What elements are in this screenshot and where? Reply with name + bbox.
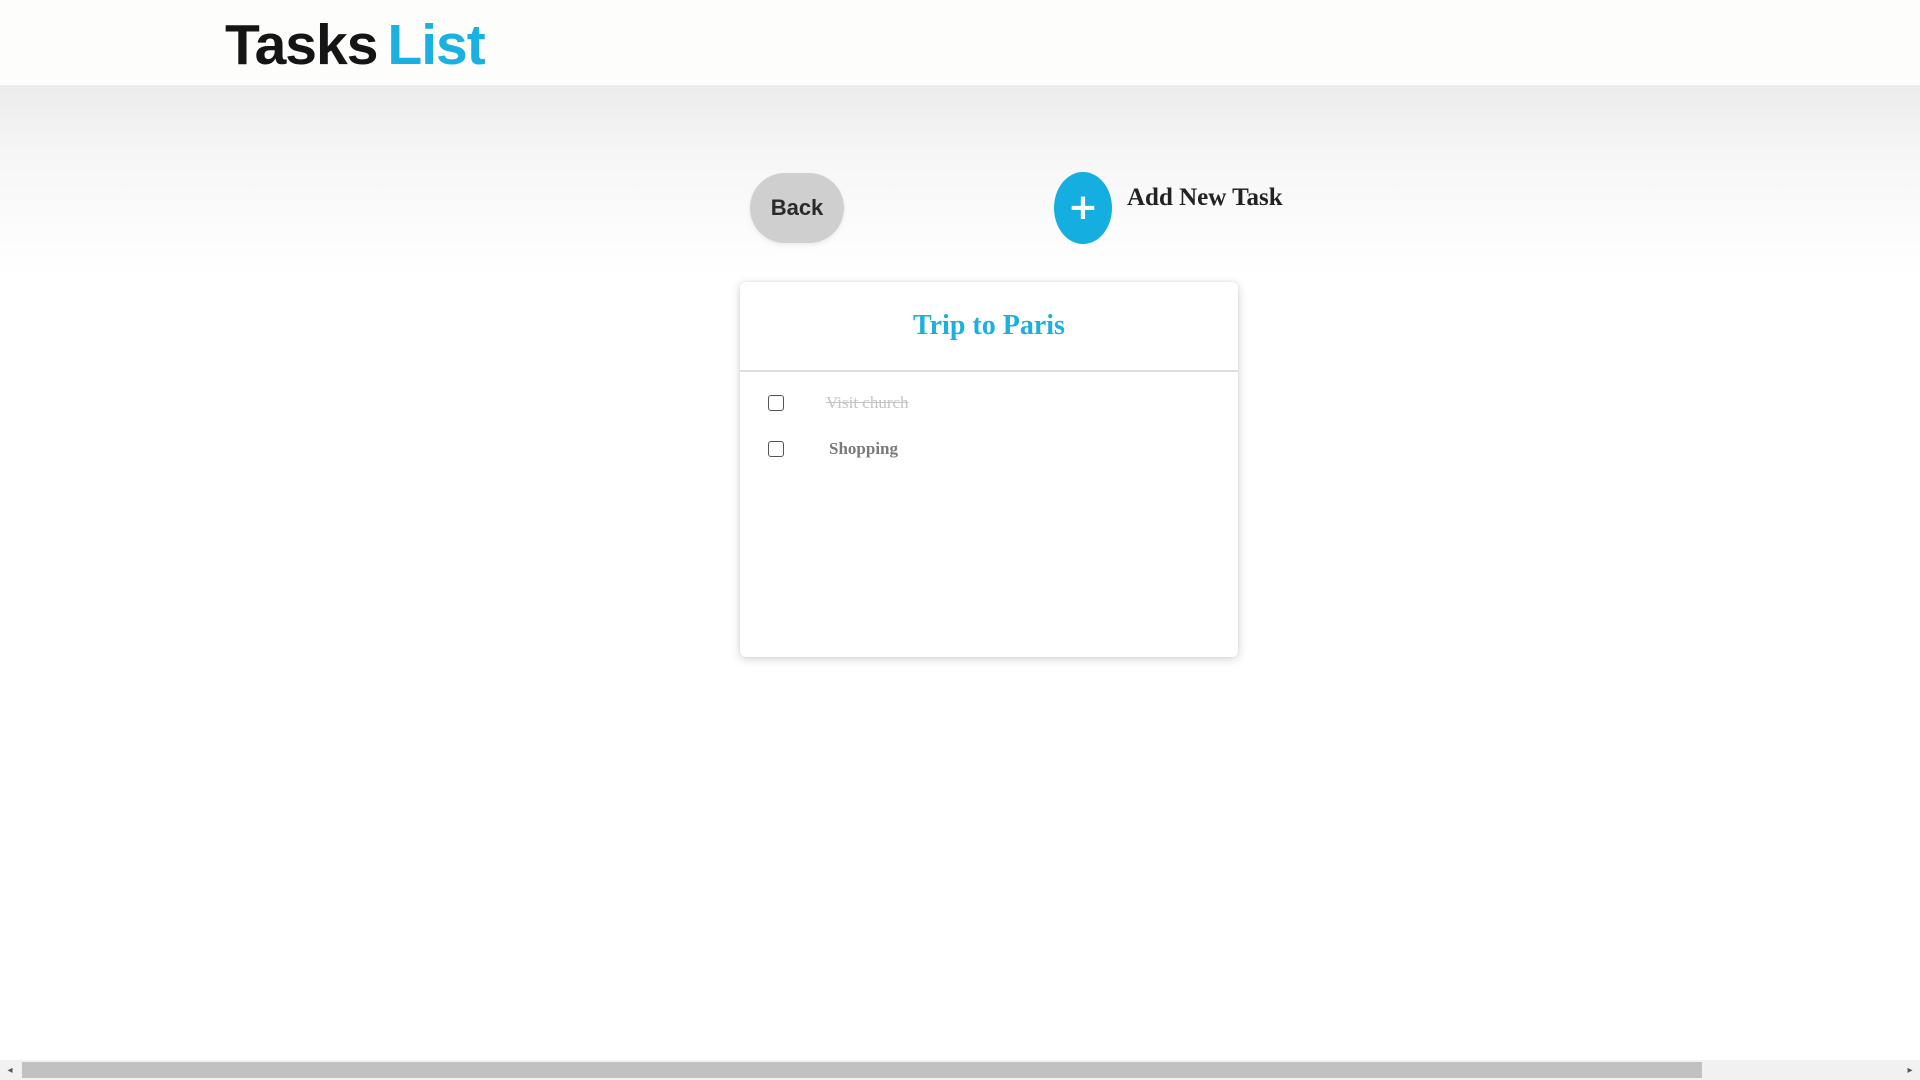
app-header: Tasks List (0, 0, 1920, 86)
task-label: Shopping (829, 439, 898, 458)
task-checkbox[interactable] (768, 441, 784, 457)
toolbar-background (0, 86, 1920, 276)
task-list-card: Trip to Paris Visit church Shopping (740, 282, 1238, 657)
task-label: Visit church (826, 393, 909, 412)
task-item[interactable]: Visit church (768, 393, 909, 413)
app-logo[interactable]: Tasks List (225, 12, 486, 78)
task-checkbox[interactable] (768, 395, 784, 411)
plus-icon[interactable]: + (1054, 172, 1112, 244)
back-button[interactable]: Back (750, 173, 844, 243)
horizontal-scrollbar[interactable]: ◂ ▸ (0, 1060, 1920, 1080)
scroll-left-icon[interactable]: ◂ (0, 1060, 20, 1080)
task-item[interactable]: Shopping (768, 439, 898, 459)
add-new-task-button[interactable]: + Add New Task (1054, 172, 1283, 244)
add-new-task-label[interactable]: Add New Task (1127, 184, 1283, 212)
list-title: Trip to Paris (913, 310, 1065, 341)
scrollbar-thumb[interactable] (22, 1062, 1702, 1078)
scroll-right-icon[interactable]: ▸ (1900, 1060, 1920, 1080)
logo-word-list: List (387, 13, 485, 77)
card-header: Trip to Paris (740, 282, 1238, 372)
logo-word-tasks: Tasks (225, 13, 378, 77)
